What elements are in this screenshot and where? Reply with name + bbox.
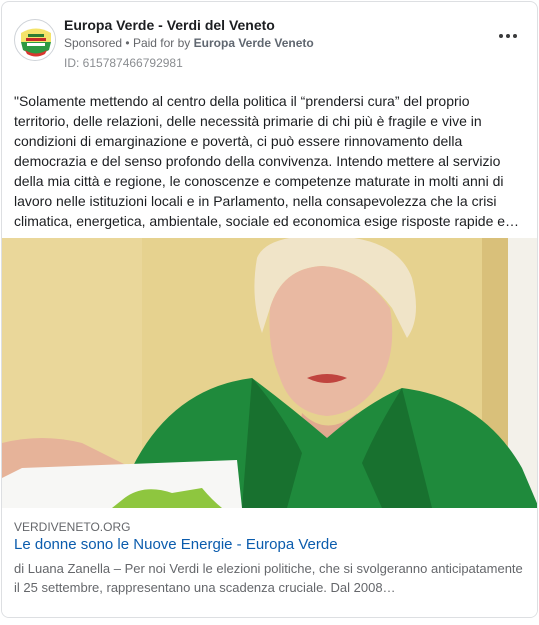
dot [506,34,510,38]
ad-card: Europa Verde - Verdi del Veneto Sponsore… [1,1,538,618]
dot [513,34,517,38]
link-preview[interactable]: VERDIVENETO.ORG Le donne sono le Nuove E… [2,508,537,617]
sponsored-line: Sponsored • Paid for by Europa Verde Ven… [64,36,314,50]
paid-for-prefix: Paid for by [132,36,191,50]
paid-for-by: Europa Verde Veneto [193,36,314,50]
link-title[interactable]: Le donne sono le Nuove Energie - Europa … [14,536,338,553]
separator-dot: • [125,36,133,50]
link-description: di Luana Zanella – Per noi Verdi le elez… [14,561,523,595]
europa-verde-logo [16,21,55,60]
link-domain: VERDIVENETO.ORG [14,520,131,534]
ad-id: ID: 615787466792981 [64,56,183,70]
page-name[interactable]: Europa Verde - Verdi del Veneto [64,17,275,33]
ad-image[interactable] [2,238,537,508]
ad-header: Europa Verde - Verdi del Veneto Sponsore… [2,2,537,76]
ad-body-text: "Solamente mettendo al centro della poli… [14,93,520,229]
page-avatar[interactable] [14,19,56,61]
sponsored-label: Sponsored [64,36,123,50]
candidate-photo [2,238,537,508]
dot [499,34,503,38]
more-options-icon[interactable] [499,32,517,40]
